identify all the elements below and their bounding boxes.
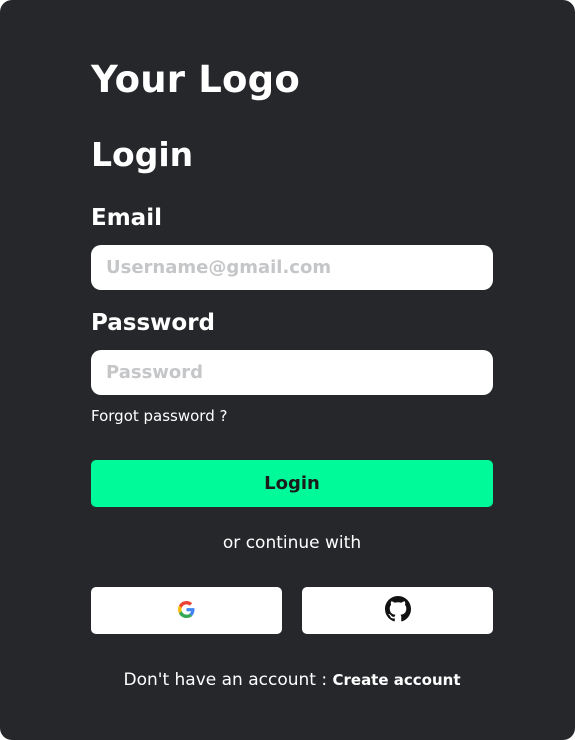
forgot-password-link[interactable]: Forgot password ?	[91, 407, 227, 425]
signup-prompt-text: Don't have an account :	[123, 670, 328, 690]
email-field[interactable]	[91, 245, 493, 290]
google-icon	[178, 600, 195, 621]
password-field[interactable]	[91, 350, 493, 395]
page-title: Login	[91, 135, 194, 174]
create-account-link[interactable]: Create account	[332, 671, 460, 689]
login-button[interactable]: Login	[91, 460, 493, 507]
logo: Your Logo	[91, 58, 300, 101]
signup-prompt: Don't have an account : Create account	[91, 670, 493, 690]
email-label: Email	[91, 205, 162, 231]
login-card: Your Logo Login Email Password Forgot pa…	[0, 0, 575, 740]
github-login-button[interactable]	[302, 587, 493, 634]
github-icon	[384, 596, 411, 625]
continue-with-text: or continue with	[222, 533, 362, 553]
google-login-button[interactable]	[91, 587, 282, 634]
password-label: Password	[91, 310, 215, 336]
